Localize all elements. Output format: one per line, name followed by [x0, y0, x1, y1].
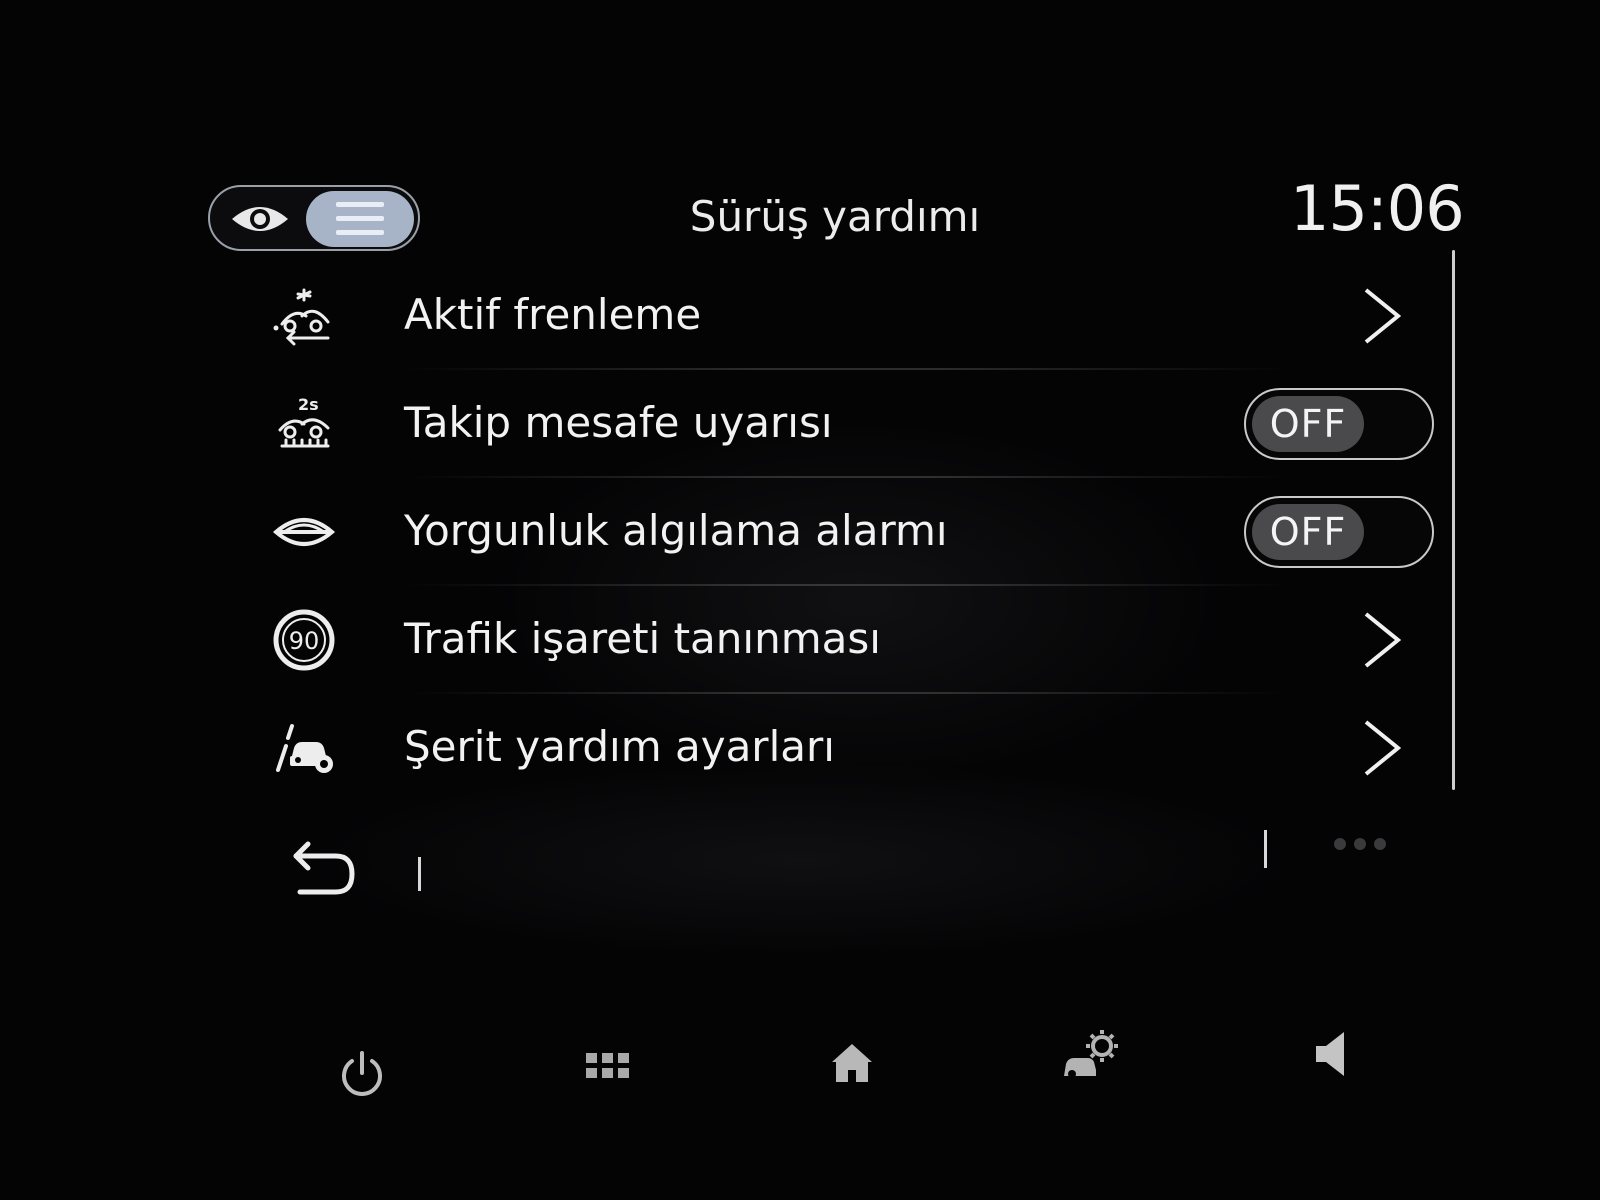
- chevron-right-icon[interactable]: [1350, 284, 1410, 348]
- volume-button[interactable]: [1292, 1014, 1372, 1094]
- menu-item-label: Trafik işareti tanınması: [404, 614, 881, 663]
- power-icon: [342, 1051, 382, 1096]
- view-toggle-list[interactable]: [306, 191, 414, 247]
- speed-sign-icon: 90: [270, 608, 338, 672]
- menu-item-traffic-sign[interactable]: 90 Trafik işareti tanınması: [260, 586, 1440, 694]
- menu-item-label: Yorgunluk algılama alarmı: [404, 506, 948, 555]
- apps-grid-icon: [586, 1053, 629, 1078]
- menu-item-distance-warning[interactable]: 2s Takip mesafe uyarısı OFF: [260, 370, 1440, 478]
- menu-list: Aktif frenleme 2s Takip mesafe uyarısı O…: [260, 262, 1440, 802]
- fatigue-eye-icon: [270, 500, 338, 564]
- menu-item-lane-assist[interactable]: Şerit yardım ayarları: [260, 694, 1440, 802]
- switch-knob: OFF: [1252, 396, 1364, 452]
- home-icon: [832, 1044, 872, 1082]
- menu-item-label: Takip mesafe uyarısı: [404, 398, 833, 447]
- distance-warning-icon: 2s: [270, 392, 338, 456]
- speed-sign-text: 90: [289, 627, 320, 655]
- page-title: Sürüş yardımı: [689, 192, 981, 241]
- chevron-right-icon[interactable]: [1350, 608, 1410, 672]
- screen: Sürüş yardımı 15:06 Aktif frenleme 2s Ta…: [0, 0, 1600, 1200]
- switch-knob: OFF: [1252, 504, 1364, 560]
- apps-button[interactable]: [568, 1026, 648, 1106]
- menu-item-active-braking[interactable]: Aktif frenleme: [260, 262, 1440, 370]
- car-settings-button[interactable]: [1052, 1014, 1132, 1094]
- scrollbar[interactable]: [1452, 250, 1455, 790]
- distance-warning-switch[interactable]: OFF: [1244, 388, 1434, 460]
- home-button[interactable]: [812, 1022, 892, 1102]
- lane-assist-icon: [270, 716, 338, 780]
- svg-text:2s: 2s: [298, 395, 319, 414]
- back-arrow-icon[interactable]: [290, 840, 360, 900]
- car-settings-icon: [1064, 1030, 1118, 1078]
- text-cursor: [1264, 830, 1267, 868]
- menu-item-label: Şerit yardım ayarları: [404, 722, 835, 771]
- dot: [1334, 838, 1346, 850]
- clock: 15:06: [1290, 172, 1465, 245]
- volume-icon: [1316, 1032, 1344, 1076]
- view-toggle[interactable]: [208, 185, 420, 251]
- chevron-right-icon[interactable]: [1350, 716, 1410, 780]
- more-dots-icon[interactable]: [1334, 838, 1388, 852]
- menu-item-fatigue-alarm[interactable]: Yorgunluk algılama alarmı OFF: [260, 478, 1440, 586]
- text-cursor: [418, 857, 421, 891]
- menu-item-label: Aktif frenleme: [404, 290, 702, 339]
- fatigue-alarm-switch[interactable]: OFF: [1244, 496, 1434, 568]
- eye-icon: [232, 207, 288, 231]
- view-toggle-eye[interactable]: [224, 197, 296, 241]
- active-braking-icon: [270, 284, 338, 348]
- dot: [1374, 838, 1386, 850]
- bottom-bar: [0, 1010, 1600, 1130]
- list-icon: [336, 202, 384, 235]
- power-button[interactable]: [322, 1034, 402, 1114]
- dot: [1354, 838, 1366, 850]
